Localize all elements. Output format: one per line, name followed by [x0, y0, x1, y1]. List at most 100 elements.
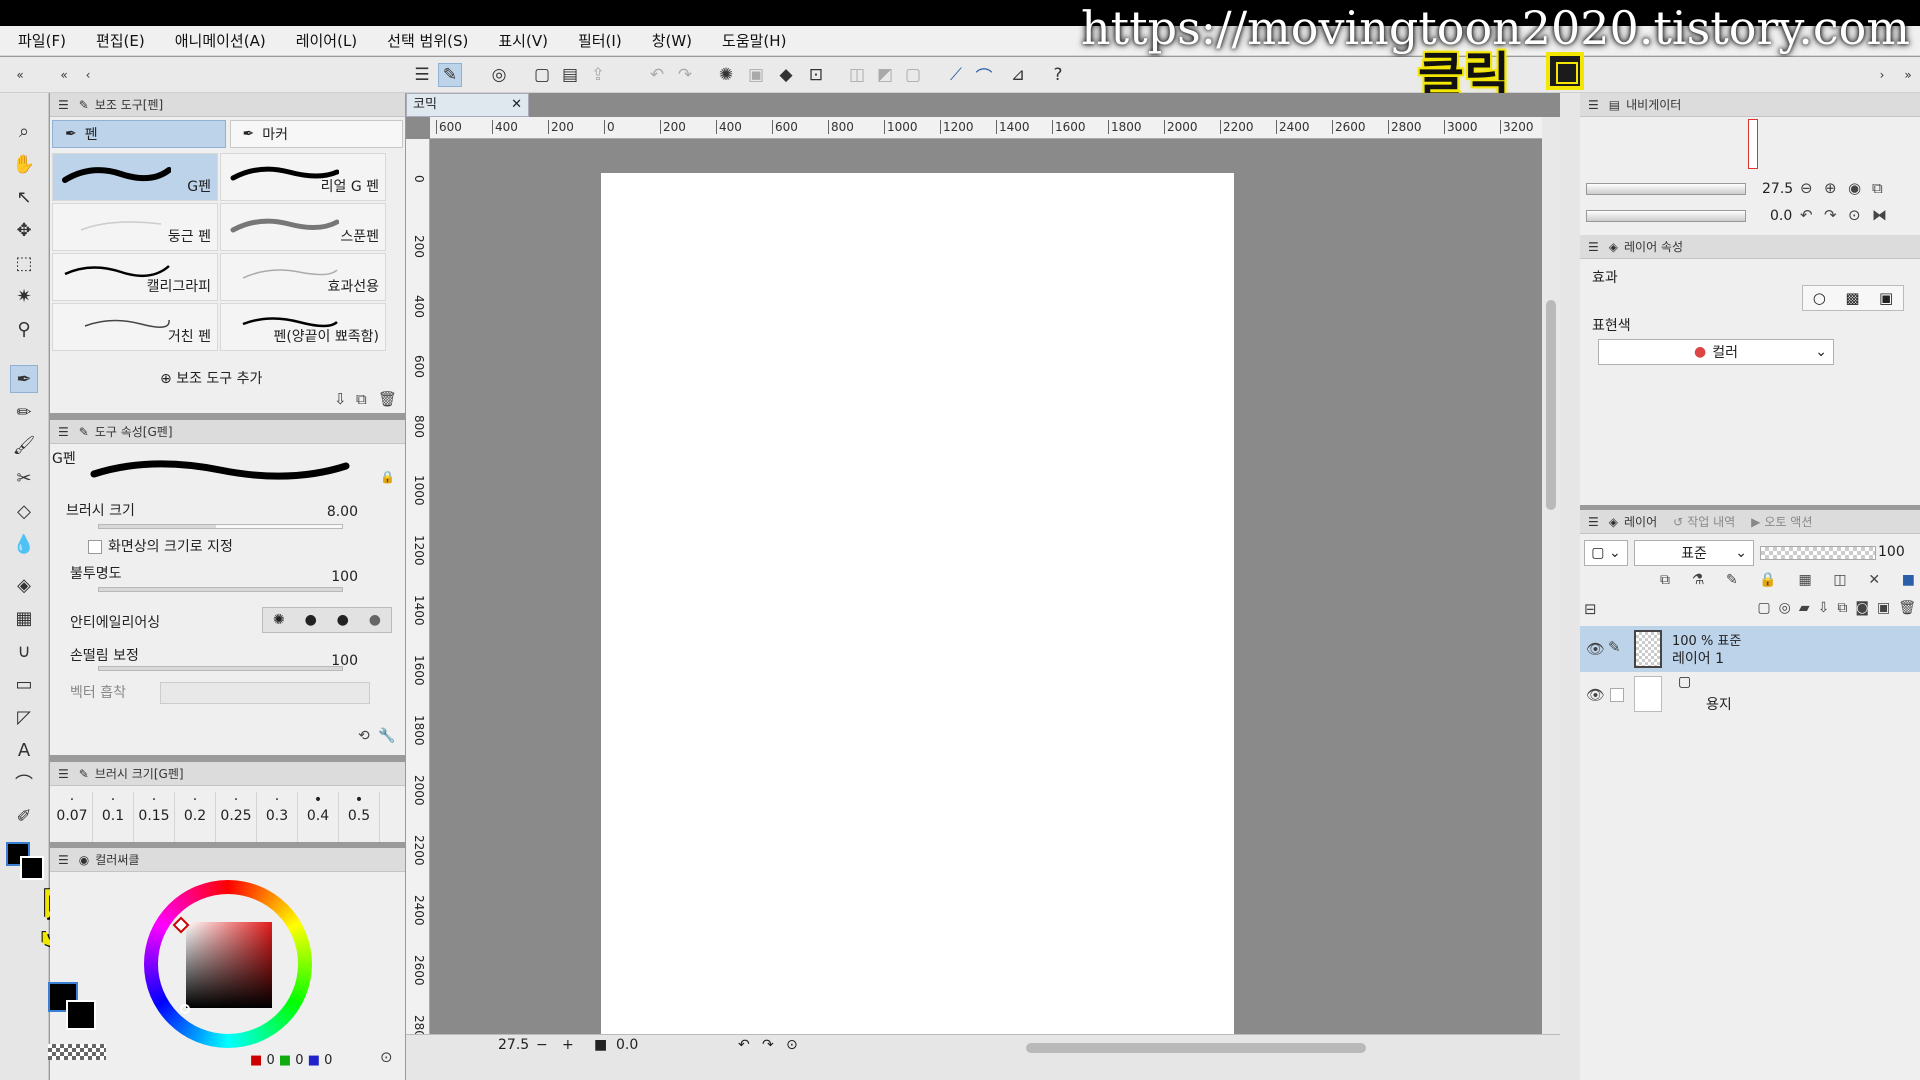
- eye-icon[interactable]: 👁: [1586, 640, 1605, 658]
- layer-panel-menu-icon[interactable]: ⊟: [1584, 600, 1597, 618]
- document-tab[interactable]: 코믹 ✕: [406, 93, 529, 117]
- brush-size-preset[interactable]: · 0.2: [175, 792, 216, 842]
- mask-icon[interactable]: ◫: [1833, 572, 1846, 592]
- vector-snap-selector[interactable]: [160, 682, 370, 704]
- subtab-marker[interactable]: ✒ 마커: [229, 120, 403, 148]
- brush-round-pen[interactable]: 둥근 펜: [52, 203, 218, 251]
- move-layer-icon[interactable]: ✥: [10, 216, 38, 244]
- brush-size-preset[interactable]: · 0.3: [257, 792, 298, 842]
- vertical-scrollbar[interactable]: [1542, 117, 1560, 1034]
- invert-icon[interactable]: ◩: [873, 63, 897, 87]
- nav-zoom-slider[interactable]: [1586, 183, 1746, 195]
- scroll-thumb[interactable]: [1546, 300, 1556, 510]
- nav-fit-icon[interactable]: ◉: [1848, 179, 1861, 197]
- collapse-left2-icon[interactable]: «: [52, 63, 76, 87]
- brush-size-preset[interactable]: · 0.1: [93, 792, 134, 842]
- clip-icon[interactable]: ⧉: [1660, 572, 1670, 592]
- layer-opacity-slider[interactable]: [1760, 546, 1876, 560]
- fill-icon[interactable]: ◆: [774, 63, 798, 87]
- open-file-icon[interactable]: ▤: [558, 63, 582, 87]
- layer-mode-select[interactable]: ▢ ⌄: [1584, 540, 1628, 566]
- rotate-right-icon[interactable]: ↷: [762, 1037, 774, 1053]
- brush-icon[interactable]: 🖌: [10, 431, 38, 459]
- menu-animation[interactable]: 애니메이션(A): [175, 30, 266, 51]
- text-icon[interactable]: A: [10, 736, 38, 764]
- loading-icon[interactable]: ✺: [714, 63, 738, 87]
- collapse-right-icon[interactable]: »: [1896, 63, 1920, 87]
- opacity-value[interactable]: 100: [308, 569, 358, 585]
- layer-row-1[interactable]: 👁 ✎ 100 % 표준 레이어 1: [1580, 626, 1920, 672]
- brush-rough-pen[interactable]: 거친 펜: [52, 303, 218, 351]
- lock-icon[interactable]: 🔒: [1759, 572, 1776, 592]
- import-icon[interactable]: ⇩: [334, 390, 347, 408]
- saturation-value-square[interactable]: [186, 922, 272, 1008]
- brush-size-preset[interactable]: • 0.5: [339, 792, 380, 842]
- nav-reset-icon[interactable]: ⊙: [1848, 206, 1861, 224]
- nav-zoom-out-icon[interactable]: ⊖: [1800, 179, 1813, 197]
- menu-filter[interactable]: 필터(I): [578, 30, 622, 51]
- brush-size-preset[interactable]: · 0.15: [134, 792, 175, 842]
- sub-color-chip[interactable]: [66, 1000, 96, 1030]
- selection-icon[interactable]: ▢: [901, 63, 925, 87]
- help-icon[interactable]: ?: [1046, 63, 1070, 87]
- fill-bucket-icon[interactable]: ◈: [10, 571, 38, 599]
- close-icon[interactable]: ✕: [511, 94, 522, 116]
- mask-create-icon[interactable]: ◙: [1855, 600, 1869, 622]
- frame-icon[interactable]: ▭: [10, 670, 38, 698]
- reset-rotation-icon[interactable]: ⊙: [786, 1037, 798, 1053]
- selection-icon[interactable]: ⬚: [10, 249, 38, 277]
- hand-icon[interactable]: ✋: [10, 150, 38, 178]
- snap-ruler-icon[interactable]: ⟋: [944, 63, 968, 87]
- layer-opacity-value[interactable]: 100: [1878, 544, 1905, 560]
- collapse-left-icon[interactable]: «: [8, 63, 32, 87]
- wrench-icon[interactable]: 🔧: [378, 728, 395, 744]
- deselect-icon[interactable]: ◫: [845, 63, 869, 87]
- transform-icon[interactable]: ⊡: [804, 63, 828, 87]
- nav-rotate-left-icon[interactable]: ↶: [1800, 206, 1813, 224]
- eraser-icon[interactable]: ◇: [10, 497, 38, 525]
- blend-icon[interactable]: 💧: [10, 530, 38, 558]
- expression-color-select[interactable]: ● 컬러 ⌄: [1598, 339, 1834, 365]
- tab-history[interactable]: 작업 내역: [1687, 513, 1735, 530]
- nav-zoom-value[interactable]: 27.5: [1762, 181, 1793, 197]
- canvas-paper[interactable]: [601, 173, 1234, 1038]
- screen-size-checkbox[interactable]: 화면상의 크기로 지정: [88, 536, 428, 556]
- menu-window[interactable]: 창(W): [652, 30, 692, 51]
- subtab-pen[interactable]: ✒ 펜: [52, 120, 226, 148]
- figure-icon[interactable]: ∪: [10, 637, 38, 665]
- nav-angle-value[interactable]: 0.0: [1770, 208, 1792, 224]
- add-subtool-button[interactable]: ⊕ 보조 도구 추가: [160, 368, 262, 388]
- decoration-icon[interactable]: ✂: [10, 464, 38, 492]
- new-raster-icon[interactable]: ▢: [1757, 600, 1770, 622]
- arrow-right-icon[interactable]: ›: [1870, 63, 1894, 87]
- redo-icon[interactable]: ↷: [673, 63, 697, 87]
- brush-size-preset[interactable]: · 0.25: [216, 792, 257, 842]
- brush-pointed-pen[interactable]: 펜(양끝이 뾰족함): [220, 303, 386, 351]
- horizontal-scroll-thumb[interactable]: [1026, 1043, 1366, 1053]
- new-vector-icon[interactable]: ◎: [1779, 600, 1791, 622]
- transparent-swatch[interactable]: [48, 1044, 106, 1060]
- gradient-icon[interactable]: ▦: [10, 604, 38, 632]
- smart-hand-icon[interactable]: ✎: [438, 63, 462, 87]
- duplicate-icon[interactable]: ⧉: [356, 390, 367, 408]
- arrow-left-icon[interactable]: ‹: [76, 63, 100, 87]
- new-folder-icon[interactable]: ▰: [1799, 600, 1810, 622]
- clear-icon[interactable]: ▣: [744, 63, 768, 87]
- undo-icon[interactable]: ↶: [645, 63, 669, 87]
- zoom-icon[interactable]: ⌕: [10, 117, 38, 145]
- save-icon[interactable]: ⇪: [586, 63, 610, 87]
- menu-layer[interactable]: 레이어(L): [296, 30, 357, 51]
- nav-zoom-in-icon[interactable]: ⊕: [1824, 179, 1837, 197]
- merge-icon[interactable]: ⧉: [1837, 600, 1847, 622]
- lock-alpha-icon[interactable]: ▦: [1798, 572, 1811, 592]
- zoom-in-icon[interactable]: +: [562, 1037, 574, 1053]
- eyedropper-icon[interactable]: ⚲: [10, 315, 38, 343]
- color-handle[interactable]: [180, 1004, 190, 1014]
- blend-mode-select[interactable]: 표준 ⌄: [1634, 540, 1754, 566]
- zoom-out-icon[interactable]: −: [536, 1037, 548, 1053]
- fit-icon[interactable]: ■: [594, 1037, 607, 1053]
- menu-help[interactable]: 도움말(H): [722, 30, 786, 51]
- brush-calligraphy[interactable]: 캘리그라피: [52, 253, 218, 301]
- ruler-icon[interactable]: ◸: [10, 703, 38, 731]
- brush-size-preset[interactable]: • 0.4: [298, 792, 339, 842]
